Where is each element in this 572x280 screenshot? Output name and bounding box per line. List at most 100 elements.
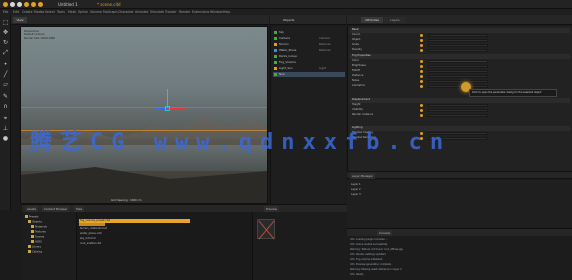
magnet-icon[interactable]: ∩ <box>2 103 9 110</box>
tab-attributes[interactable]: Attributes <box>361 17 383 23</box>
rotate-icon[interactable]: ↻ <box>2 39 9 46</box>
gizmo-center-handle[interactable] <box>165 106 170 111</box>
menu-extensions[interactable]: Extensions <box>192 10 209 14</box>
undo-icon[interactable] <box>10 2 15 7</box>
tree-item[interactable]: Scenes <box>31 235 44 239</box>
keyframe-icon[interactable] <box>420 65 423 68</box>
snap-icon[interactable]: ⌖ <box>2 115 9 122</box>
attr-row[interactable]: Falloff <box>350 69 570 74</box>
menu-spline[interactable]: Spline <box>78 10 88 14</box>
tree-item[interactable]: HDRI <box>31 240 42 244</box>
selection-icon[interactable]: ⬚ <box>2 19 9 26</box>
menu-edit[interactable]: Edit <box>13 10 19 14</box>
keyframe-icon[interactable] <box>420 70 423 73</box>
keyframe-icon[interactable] <box>420 60 423 63</box>
attr-row[interactable]: Animation <box>350 84 570 89</box>
brush-icon[interactable]: ✎ <box>2 93 9 100</box>
attr-field[interactable] <box>428 59 488 64</box>
tab-layers[interactable]: Layers <box>384 17 406 23</box>
asset-row[interactable]: terrain_material.mat <box>80 227 107 231</box>
tree-item[interactable]: Textures <box>31 230 46 234</box>
asset-row[interactable]: sky_hdri.hdr <box>80 237 96 241</box>
attr-row[interactable]: Height <box>350 103 570 108</box>
menu-help[interactable]: Help <box>223 10 230 14</box>
asset-row-selected[interactable]: fog_volume_preset.c4d <box>80 219 110 223</box>
keyframe-icon[interactable] <box>420 49 423 52</box>
attr-row[interactable]: Brightness <box>350 64 570 69</box>
keyframe-icon[interactable] <box>420 75 423 78</box>
tree-item[interactable]: Presets <box>25 215 38 219</box>
polygons-mode-icon[interactable]: ▱ <box>2 81 9 88</box>
scale-icon[interactable] <box>38 2 43 7</box>
attr-field[interactable] <box>428 79 488 84</box>
object-row[interactable]: Camera Camera <box>273 36 345 41</box>
object-row[interactable]: Rocks_Group <box>273 54 345 59</box>
tree-item[interactable]: Library <box>28 245 41 249</box>
attr-field[interactable] <box>428 84 488 89</box>
attr-row[interactable]: Density <box>350 48 570 53</box>
menu-volume[interactable]: Volume <box>90 10 102 14</box>
attr-field[interactable] <box>428 33 488 38</box>
move-icon[interactable] <box>31 2 36 7</box>
object-row[interactable]: Sky <box>273 30 345 35</box>
menu-mograph[interactable]: MoGraph <box>103 10 117 14</box>
attr-field[interactable] <box>428 38 488 43</box>
tree-item[interactable]: Catalog <box>28 250 42 254</box>
menu-window[interactable]: Window <box>210 10 223 14</box>
attr-row[interactable]: Render Instance <box>350 113 570 118</box>
object-row[interactable]: Water_Plane Material <box>273 48 345 53</box>
object-manager-title[interactable]: Objects <box>283 18 294 22</box>
app-icon[interactable] <box>3 2 8 7</box>
attr-row[interactable]: Scale <box>350 43 570 48</box>
attr-field[interactable] <box>428 48 488 53</box>
attr-row[interactable]: Object <box>350 38 570 43</box>
scale-tool-icon[interactable]: ⤢ <box>2 49 9 56</box>
attr-section[interactable]: Fog Properties <box>350 54 570 59</box>
object-row-selected[interactable]: Null <box>273 72 345 77</box>
attr-field[interactable] <box>428 74 488 79</box>
points-mode-icon[interactable]: • <box>2 61 9 68</box>
object-row[interactable]: Fog_Volume <box>273 60 345 65</box>
attr-row[interactable]: Visibility <box>350 108 570 113</box>
keyframe-icon[interactable] <box>420 109 423 112</box>
attr-field[interactable] <box>428 108 488 113</box>
tree-item[interactable]: Objects <box>28 220 42 224</box>
menu-file[interactable]: File <box>3 10 8 14</box>
tree-item[interactable]: Materials <box>31 225 47 229</box>
menu-character[interactable]: Character <box>118 10 134 14</box>
attr-section[interactable]: Displacement <box>350 98 570 103</box>
live-selection-icon[interactable] <box>24 2 29 7</box>
object-row[interactable]: Terrain Material <box>273 42 345 47</box>
attr-field[interactable] <box>428 69 488 74</box>
menu-create[interactable]: Create <box>22 10 33 14</box>
attr-field[interactable] <box>428 103 488 108</box>
attr-field[interactable] <box>428 64 488 69</box>
viewport-3d[interactable]: Perspective Default Camera Render Size 1… <box>20 26 268 204</box>
menu-modes[interactable]: Modes <box>34 10 44 14</box>
menu-select[interactable]: Select <box>45 10 55 14</box>
viewport-tab[interactable]: View <box>13 17 27 23</box>
move-tool-icon[interactable]: ✥ <box>2 29 9 36</box>
axis-icon[interactable]: ⊥ <box>2 125 9 132</box>
attr-row[interactable]: Coord. <box>350 33 570 38</box>
keyframe-icon[interactable] <box>420 85 423 88</box>
attr-section[interactable]: Basic <box>350 28 570 33</box>
menu-tracker[interactable]: Tracker <box>165 10 177 14</box>
attr-field[interactable] <box>428 113 488 118</box>
keyframe-icon[interactable] <box>420 80 423 83</box>
asset-row[interactable]: rock_scatter.c4d <box>80 242 101 246</box>
attr-row[interactable]: Noise <box>350 79 570 84</box>
attr-row[interactable]: Color <box>350 59 570 64</box>
asset-row[interactable]: water_plane.c4d <box>80 232 101 236</box>
object-row[interactable]: Light_Sun Light <box>273 66 345 71</box>
menu-tools[interactable]: Tools <box>57 10 65 14</box>
redo-icon[interactable] <box>17 2 22 7</box>
menu-simulate[interactable]: Simulate <box>150 10 164 14</box>
menu-mesh[interactable]: Mesh <box>68 10 76 14</box>
keyframe-icon[interactable] <box>420 114 423 117</box>
attr-row[interactable]: Distance <box>350 74 570 79</box>
layer-row[interactable]: Layer 2 <box>349 188 569 193</box>
keyframe-icon[interactable] <box>420 44 423 47</box>
keyframe-icon[interactable] <box>420 104 423 107</box>
paint-icon[interactable]: ● <box>2 135 9 142</box>
